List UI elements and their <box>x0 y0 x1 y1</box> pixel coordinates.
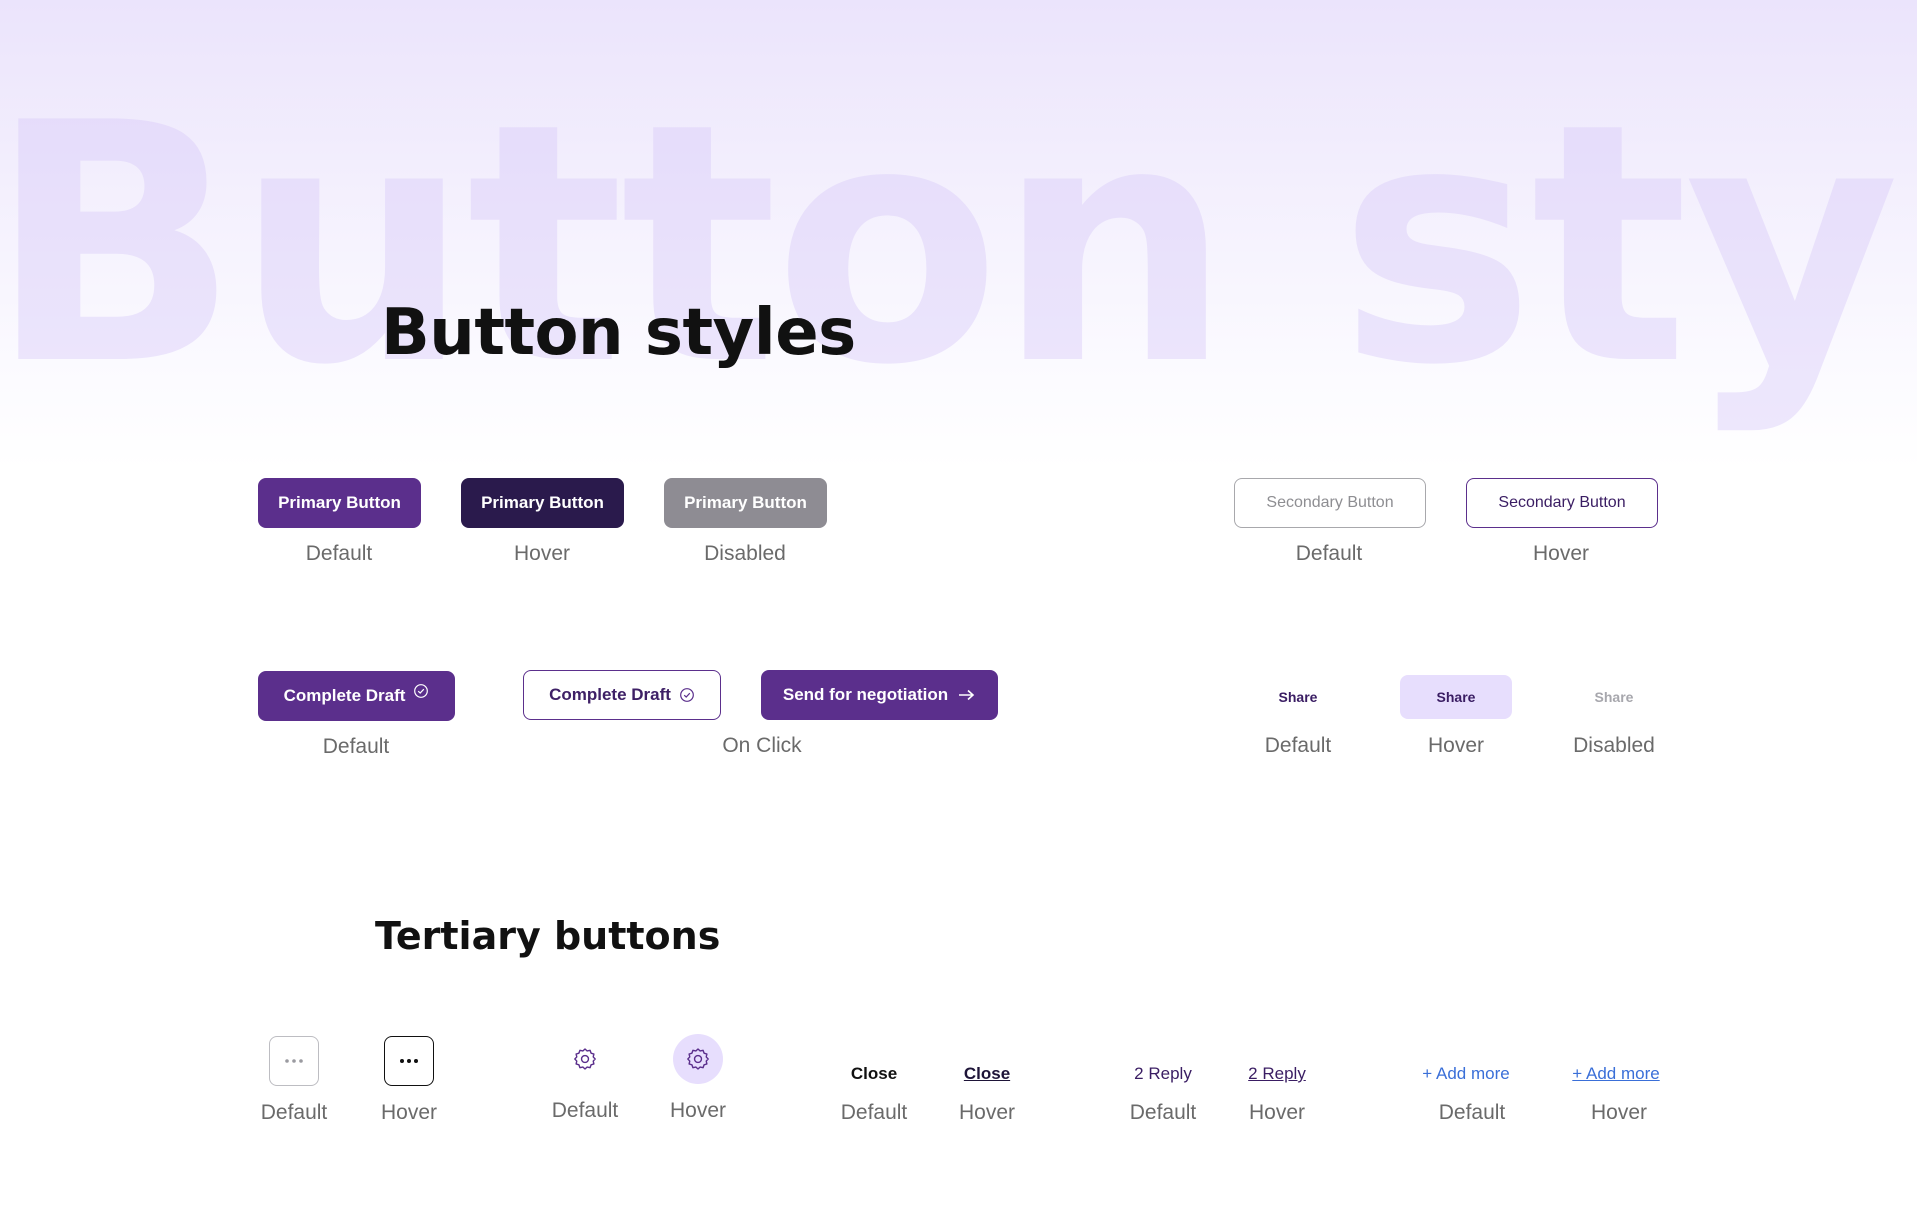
secondary-button-default[interactable]: Secondary Button <box>1234 478 1426 528</box>
reply-button-hover[interactable]: 2 Reply <box>1248 1064 1306 1084</box>
more-button-hover[interactable] <box>384 1036 434 1086</box>
more-horizontal-icon <box>285 1059 303 1063</box>
caption-more-default: Default <box>260 1101 328 1124</box>
caption-reply-default: Default <box>1129 1101 1197 1124</box>
page: Button styles Button styles Primary Butt… <box>0 0 1917 1217</box>
caption-share-hover: Hover <box>1427 734 1485 757</box>
send-for-negotiation-button[interactable]: Send for negotiation <box>761 670 998 720</box>
close-button-default[interactable]: Close <box>851 1064 897 1084</box>
caption-draft-default: Default <box>322 735 390 758</box>
check-circle-icon <box>680 688 694 702</box>
share-button-disabled[interactable]: Share <box>1558 675 1670 719</box>
share-button-default[interactable]: Share <box>1242 675 1354 719</box>
add-more-button-hover[interactable]: + Add more <box>1572 1064 1659 1084</box>
caption-close-hover: Hover <box>958 1101 1016 1124</box>
check-circle-icon <box>414 684 429 698</box>
tertiary-section-title: Tertiary buttons <box>375 914 721 958</box>
caption-share-default: Default <box>1264 734 1332 757</box>
reply-button-default[interactable]: 2 Reply <box>1134 1064 1192 1084</box>
complete-draft-button-click[interactable]: Complete Draft <box>523 670 721 720</box>
primary-button-default[interactable]: Primary Button <box>258 478 421 528</box>
share-button-hover[interactable]: Share <box>1400 675 1512 719</box>
close-button-hover[interactable]: Close <box>964 1064 1010 1084</box>
settings-button-default[interactable] <box>560 1034 610 1084</box>
arrow-right-icon <box>959 689 975 701</box>
caption-settings-hover: Hover <box>669 1099 727 1122</box>
caption-draft-click: On Click <box>722 734 802 757</box>
caption-primary-hover: Hover <box>513 542 571 565</box>
caption-settings-default: Default <box>551 1099 619 1122</box>
caption-secondary-hover: Hover <box>1532 542 1590 565</box>
secondary-button-hover[interactable]: Secondary Button <box>1466 478 1658 528</box>
more-horizontal-icon <box>400 1059 418 1063</box>
complete-draft-label: Complete Draft <box>549 685 671 704</box>
complete-draft-button-default[interactable]: Complete Draft <box>258 671 455 721</box>
send-for-negotiation-label: Send for negotiation <box>782 685 949 704</box>
caption-primary-disabled: Disabled <box>704 542 786 565</box>
more-button-default[interactable] <box>269 1036 319 1086</box>
settings-button-hover[interactable] <box>673 1034 723 1084</box>
caption-reply-hover: Hover <box>1248 1101 1306 1124</box>
primary-button-hover[interactable]: Primary Button <box>461 478 624 528</box>
caption-primary-default: Default <box>305 542 373 565</box>
caption-add-hover: Hover <box>1590 1101 1648 1124</box>
complete-draft-label: Complete Draft <box>283 686 406 705</box>
primary-button-disabled[interactable]: Primary Button <box>664 478 827 528</box>
background-watermark: Button styles <box>0 53 1917 437</box>
add-more-button-default[interactable]: + Add more <box>1422 1064 1509 1084</box>
caption-add-default: Default <box>1438 1101 1506 1124</box>
caption-more-hover: Hover <box>380 1101 438 1124</box>
caption-secondary-default: Default <box>1295 542 1363 565</box>
page-title: Button styles <box>381 296 856 370</box>
caption-close-default: Default <box>840 1101 908 1124</box>
caption-share-disabled: Disabled <box>1573 734 1655 757</box>
gear-icon <box>574 1048 596 1070</box>
gear-icon <box>687 1048 709 1070</box>
